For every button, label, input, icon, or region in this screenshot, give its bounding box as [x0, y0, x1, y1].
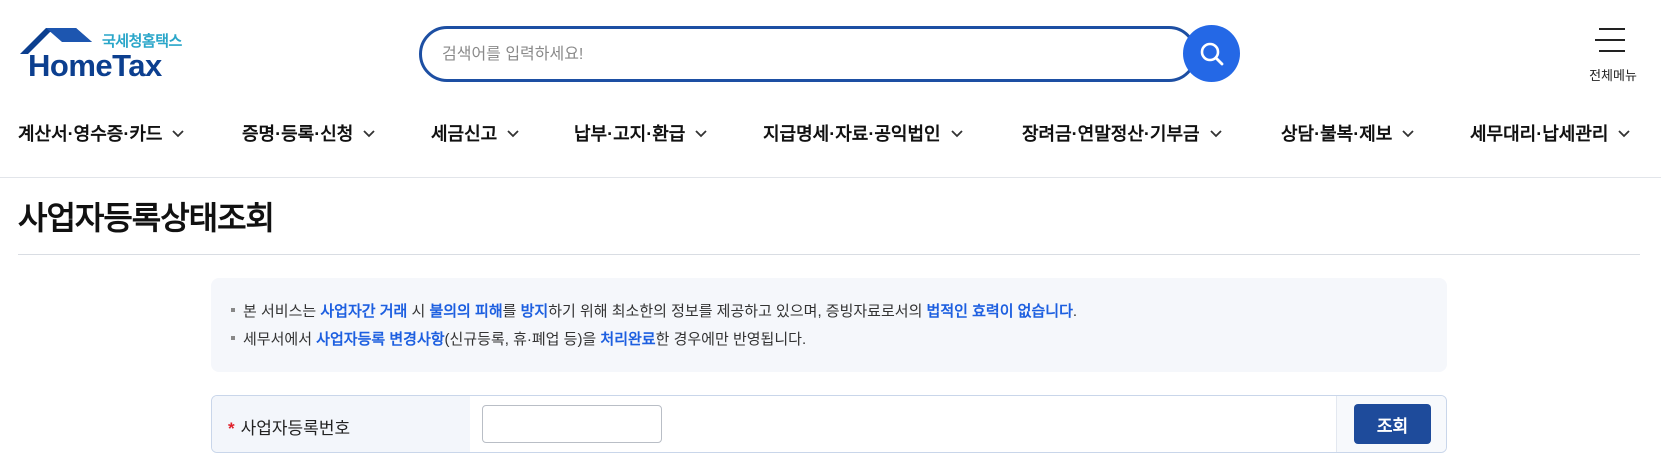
nav-item-invoice[interactable]: 계산서·영수증·카드 [18, 120, 186, 146]
notice-text: 를 [502, 303, 521, 320]
business-number-input[interactable] [482, 405, 662, 443]
nav-item-payment[interactable]: 납부·고지·환급 [574, 120, 709, 146]
notice-line-1: 본 서비스는 사업자간 거래 시 불의의 피해를 방지하기 위해 최소한의 정보… [231, 300, 1077, 321]
bullet-icon [231, 336, 235, 341]
notice-highlight: 처리완료 [600, 331, 656, 348]
title-divider [18, 254, 1640, 255]
notice-text: 본 서비스는 [243, 303, 321, 320]
hamburger-icon [1595, 28, 1625, 61]
chevron-down-icon [1209, 130, 1222, 138]
notice-text: 세무서에서 [243, 331, 317, 348]
all-menu-button[interactable]: 전체메뉴 [1580, 24, 1646, 84]
nav-item-label: 납부·고지·환급 [574, 124, 686, 144]
nav-item-consultation[interactable]: 상담·불복·제보 [1281, 120, 1416, 146]
nav-item-incentives[interactable]: 장려금·연말정산·기부금 [1022, 120, 1224, 146]
nav-item-label: 세무대리·납세관리 [1470, 124, 1609, 144]
query-button-cell: 조회 [1336, 396, 1446, 452]
search-icon [1200, 42, 1223, 65]
nav-item-certificates[interactable]: 증명·등록·신청 [242, 120, 377, 146]
hometax-logo[interactable]: 국세청홈택스 HomeTax [18, 26, 188, 83]
notice-text: (신규등록, 휴·폐업 등)을 [444, 331, 601, 348]
nav-item-label: 지급명세·자료·공익법인 [763, 124, 941, 144]
header: 국세청홈택스 HomeTax 전체메뉴 [0, 0, 1661, 100]
notice-highlight: 불의의 피해 [429, 303, 503, 320]
business-number-form: * 사업자등록번호 조회 [211, 395, 1447, 453]
notice-highlight: 사업자등록 변경사항 [316, 331, 445, 348]
chevron-down-icon [695, 130, 707, 138]
query-button[interactable]: 조회 [1354, 404, 1431, 444]
search-input[interactable] [442, 43, 1142, 67]
all-menu-label: 전체메뉴 [1589, 68, 1637, 83]
page-title: 사업자등록상태조회 [18, 200, 275, 236]
chevron-down-icon [1402, 130, 1414, 138]
chevron-down-icon [172, 130, 185, 138]
notice-text: 시 [407, 303, 430, 320]
nav-item-label: 계산서·영수증·카드 [18, 124, 163, 144]
required-mark: * [228, 419, 235, 438]
nav-item-payment-statements[interactable]: 지급명세·자료·공익법인 [763, 120, 965, 146]
bullet-icon [231, 308, 235, 313]
notice-highlight: 방지 [520, 303, 549, 320]
search-button[interactable] [1183, 25, 1240, 82]
business-number-label-text: 사업자등록번호 [240, 419, 351, 438]
chevron-down-icon [363, 130, 375, 138]
chevron-down-icon [950, 130, 963, 138]
nav-item-label: 장려금·연말정산·기부금 [1022, 124, 1200, 144]
search-box [419, 26, 1197, 82]
chevron-down-icon [1618, 130, 1631, 138]
main-nav: 계산서·영수증·카드 증명·등록·신청 세금신고 납부·고지·환급 지급명세·자… [0, 110, 1661, 154]
nav-divider [0, 177, 1661, 178]
notice-text: 한 경우에만 반영됩니다. [655, 331, 807, 348]
form-label-cell: * 사업자등록번호 [212, 396, 470, 452]
nav-item-tax-agent[interactable]: 세무대리·납세관리 [1470, 120, 1632, 146]
nav-item-label: 상담·불복·제보 [1281, 124, 1393, 144]
notice-text: . [1072, 303, 1078, 320]
logo-title: HomeTax [28, 48, 162, 83]
nav-item-label: 세금신고 [431, 124, 498, 144]
nav-item-label: 증명·등록·신청 [242, 124, 354, 144]
notice-highlight: 사업자간 거래 [320, 303, 408, 320]
notice-line-2: 세무서에서 사업자등록 변경사항(신규등록, 휴·폐업 등)을 처리완료한 경우… [231, 328, 806, 349]
chevron-down-icon [507, 130, 519, 138]
nav-item-tax-filing[interactable]: 세금신고 [431, 120, 521, 146]
notice-highlight: 법적인 효력이 없습니다 [926, 303, 1073, 320]
business-number-label: * 사업자등록번호 [228, 414, 350, 439]
notice-text: 하기 위해 최소한의 정보를 제공하고 있으며, 증빙자료로서의 [548, 303, 927, 320]
notice-box: 본 서비스는 사업자간 거래 시 불의의 피해를 방지하기 위해 최소한의 정보… [211, 278, 1447, 372]
